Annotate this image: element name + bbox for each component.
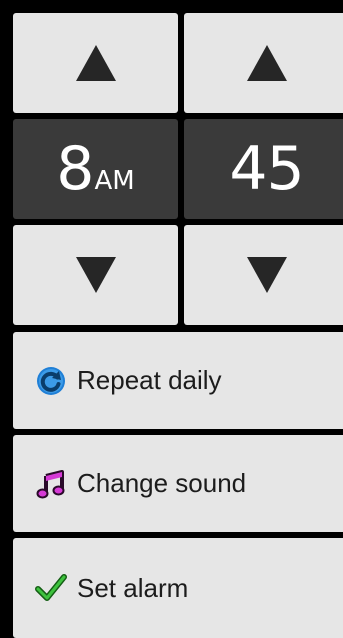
set-alarm-label: Set alarm: [77, 572, 189, 603]
change-sound-label: Change sound: [77, 468, 247, 498]
alarm-panel: 8 AM 45 Repeat daily Change sound Set al…: [0, 0, 343, 638]
hour-down-button[interactable]: [13, 225, 178, 325]
hour-display: 8 AM: [13, 119, 178, 219]
minute-down-button[interactable]: [184, 225, 343, 325]
repeat-daily-label: Repeat daily: [77, 365, 222, 395]
repeat-daily-button[interactable]: Repeat daily: [13, 332, 343, 429]
hour-value: 8: [56, 134, 94, 204]
refresh-icon: [35, 365, 67, 397]
triangle-down-icon: [75, 257, 116, 293]
triangle-up-icon: [75, 45, 116, 81]
checkmark-icon: [35, 572, 67, 604]
meridiem-label: AM: [94, 166, 135, 196]
triangle-up-icon: [246, 45, 287, 81]
minute-up-button[interactable]: [184, 13, 343, 113]
set-alarm-button[interactable]: Set alarm: [13, 538, 343, 638]
hour-up-button[interactable]: [13, 13, 178, 113]
triangle-down-icon: [246, 257, 287, 293]
minute-display: 45: [184, 119, 343, 219]
music-note-icon: [35, 468, 67, 500]
minute-value: 45: [229, 134, 304, 204]
change-sound-button[interactable]: Change sound: [13, 435, 343, 532]
